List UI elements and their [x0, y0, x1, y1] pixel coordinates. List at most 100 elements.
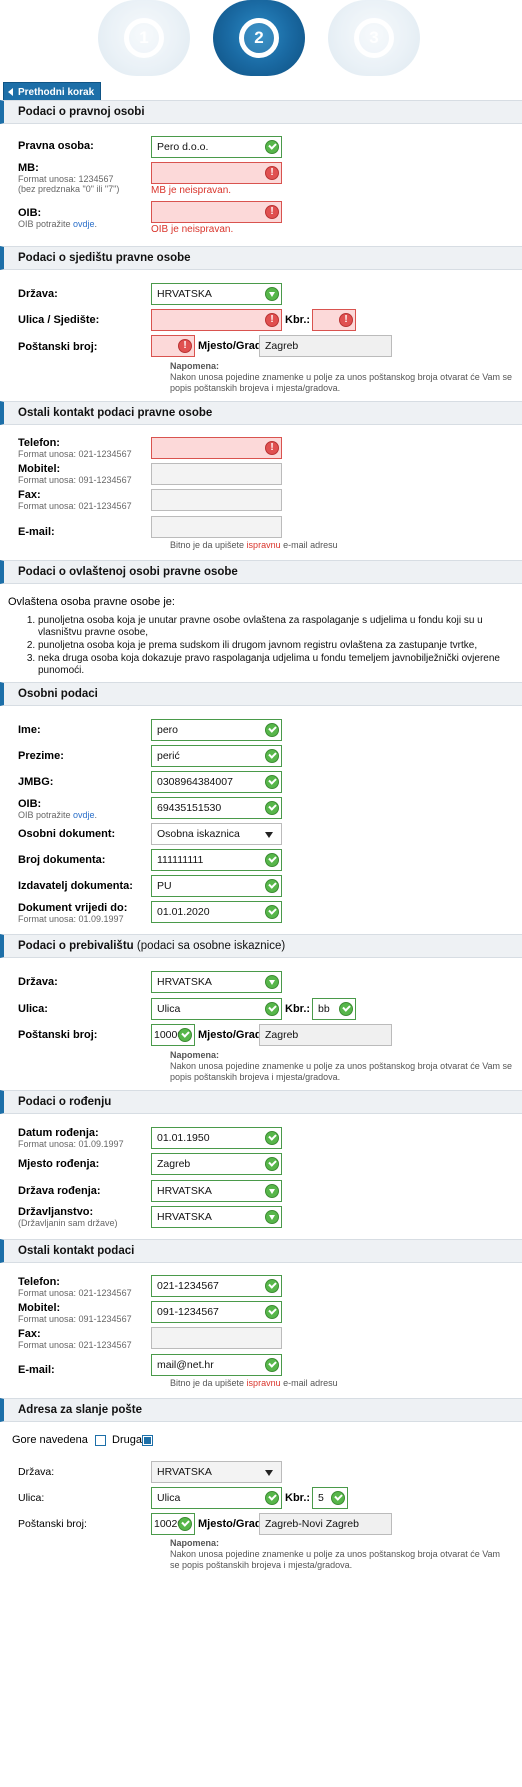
res-country-select[interactable]: HRVATSKA	[151, 971, 282, 993]
mail-postal-input[interactable]: 10020	[151, 1513, 195, 1535]
birth-place-input[interactable]: Zagreb	[151, 1153, 282, 1175]
issuer-input[interactable]: PU	[151, 875, 282, 897]
previous-step-button[interactable]: Prethodni korak	[3, 82, 102, 101]
res-city-field: Zagreb	[259, 1024, 392, 1046]
name-input[interactable]: pero	[151, 719, 282, 741]
surname-label: Prezime:	[18, 750, 64, 762]
valid-check-icon	[265, 775, 279, 789]
document-label: Osobni dokument:	[18, 828, 116, 840]
o-fax-hint: Format unosa: 021-1234567	[18, 1340, 132, 1350]
chevron-down-icon	[265, 1470, 273, 1476]
o-email-label: E-mail:	[18, 1364, 55, 1376]
phone-label: Telefon:	[18, 437, 60, 449]
legal-name-value: Pero d.o.o.	[157, 141, 209, 153]
legal-name-input[interactable]: Pero d.o.o.	[151, 136, 282, 158]
list-item: punoljetna osoba koja je unutar pravne o…	[38, 615, 513, 639]
same-address-checkbox[interactable]	[95, 1435, 106, 1446]
document-select[interactable]: Osobna iskaznica	[151, 823, 282, 845]
section-seat: Podaci o sjedištu pravne osobe	[0, 246, 522, 270]
citizenship-select[interactable]: HRVATSKA	[151, 1206, 282, 1228]
seat-postal-input[interactable]: !	[151, 335, 195, 357]
seat-street-label: Ulica / Sjedište:	[18, 314, 100, 326]
res-kbr-input[interactable]: bb	[312, 998, 356, 1020]
mail-postal-note: Napomena: Nakon unosa pojedine znamenke u…	[170, 1538, 510, 1571]
oib-input[interactable]: !	[151, 201, 282, 223]
birth-date-hint: Format unosa: 01.09.1997	[18, 1139, 124, 1149]
citizenship-hint: (Državljanin sam države)	[18, 1218, 118, 1228]
wizard-steps: 1 2 3	[0, 0, 522, 78]
previous-step-label: Prethodni korak	[18, 87, 95, 98]
oib-lookup-link[interactable]: ovdje	[73, 810, 95, 820]
res-street-input[interactable]: Ulica	[151, 998, 282, 1020]
list-item: neka druga osoba koja dokazuje pravo ras…	[38, 653, 513, 677]
valid-check-icon	[265, 1002, 279, 1016]
seat-kbr-input[interactable]: !	[312, 309, 356, 331]
email-note: Bitno je da upišete ispravnu e-mail adre…	[170, 540, 338, 550]
email-note-a: Bitno je da upišete	[170, 1378, 247, 1388]
chevron-down-icon	[265, 832, 273, 838]
doc-number-label: Broj dokumenta:	[18, 854, 106, 866]
arrow-left-icon	[8, 88, 13, 96]
valid-check-icon	[265, 879, 279, 893]
birth-country-value: HRVATSKA	[157, 1185, 212, 1197]
mail-street-value: Ulica	[157, 1492, 181, 1504]
mail-country-select[interactable]: HRVATSKA	[151, 1461, 282, 1483]
section-birth: Podaci o rođenju	[0, 1090, 522, 1114]
section-residence-note: (podaci sa osobne iskaznice)	[133, 940, 286, 952]
email-input[interactable]: mail@net.hr	[151, 1354, 282, 1376]
chevron-down-icon	[265, 975, 279, 989]
legal-email-input[interactable]	[151, 516, 282, 538]
section-mail-address: Adresa za slanje pošte	[0, 1398, 522, 1422]
valid-check-icon	[178, 1517, 192, 1531]
seat-street-input[interactable]: !	[151, 309, 282, 331]
doc-number-input[interactable]: 111111111	[151, 849, 282, 871]
oib-lookup-link[interactable]: ovdje	[73, 219, 95, 229]
step-3-number: 3	[354, 18, 394, 58]
o-phone-hint: Format unosa: 021-1234567	[18, 1288, 132, 1298]
birth-date-input[interactable]: 01.01.1950	[151, 1127, 282, 1149]
o-fax-label: Fax:	[18, 1328, 41, 1340]
personal-oib-input[interactable]: 69435151530	[151, 797, 282, 819]
email-note-a: Bitno je da upišete	[170, 540, 247, 550]
section-legal-contact: Ostali kontakt podaci pravne osobe	[0, 401, 522, 425]
legal-fax-input[interactable]	[151, 489, 282, 511]
error-icon: !	[265, 441, 279, 455]
other-address-label: Druga	[112, 1434, 142, 1446]
phone-input[interactable]: 021-1234567	[151, 1275, 282, 1297]
mail-street-input[interactable]: Ulica	[151, 1487, 282, 1509]
surname-input[interactable]: perić	[151, 745, 282, 767]
jmbg-input[interactable]: 0308964384007	[151, 771, 282, 793]
mail-street-label: Ulica:	[18, 1492, 45, 1504]
oib-hint-text: OIB potražite	[18, 810, 74, 820]
legal-mobile-input[interactable]	[151, 463, 282, 485]
issuer-value: PU	[157, 880, 172, 892]
valid-until-input[interactable]: 01.01.2020	[151, 901, 282, 923]
legal-phone-input[interactable]: !	[151, 437, 282, 459]
mb-input[interactable]: !	[151, 162, 282, 184]
authorized-list: punoljetna osoba koja je unutar pravne o…	[38, 615, 513, 678]
chevron-down-icon	[265, 1184, 279, 1198]
valid-check-icon	[265, 801, 279, 815]
note-text: Nakon unosa pojedine znamenke u polje za…	[170, 1549, 501, 1570]
section-legal-entity: Podaci o pravnoj osobi	[0, 100, 522, 124]
note-title: Napomena:	[170, 1050, 220, 1060]
seat-country-select[interactable]: HRVATSKA	[151, 283, 282, 305]
birth-place-label: Mjesto rođenja:	[18, 1158, 100, 1170]
phone-value: 021-1234567	[157, 1280, 219, 1292]
res-street-label: Ulica:	[18, 1003, 48, 1015]
oib-hint: OIB potražite ovdje.	[18, 219, 98, 229]
mobile-input[interactable]: 091-1234567	[151, 1301, 282, 1323]
res-postal-input[interactable]: 10000	[151, 1024, 195, 1046]
fax-input[interactable]	[151, 1327, 282, 1349]
note-title: Napomena:	[170, 361, 220, 371]
mail-city-field: Zagreb-Novi Zagreb	[259, 1513, 392, 1535]
birth-country-select[interactable]: HRVATSKA	[151, 1180, 282, 1202]
other-address-checkbox[interactable]	[142, 1435, 153, 1446]
valid-check-icon	[265, 723, 279, 737]
step-1[interactable]: 1	[98, 0, 190, 76]
surname-value: perić	[157, 750, 180, 762]
seat-postal-label: Poštanski broj:	[18, 341, 98, 353]
mail-kbr-input[interactable]: 5	[312, 1487, 348, 1509]
o-mobile-label: Mobitel:	[18, 1302, 61, 1314]
res-street-value: Ulica	[157, 1003, 181, 1015]
